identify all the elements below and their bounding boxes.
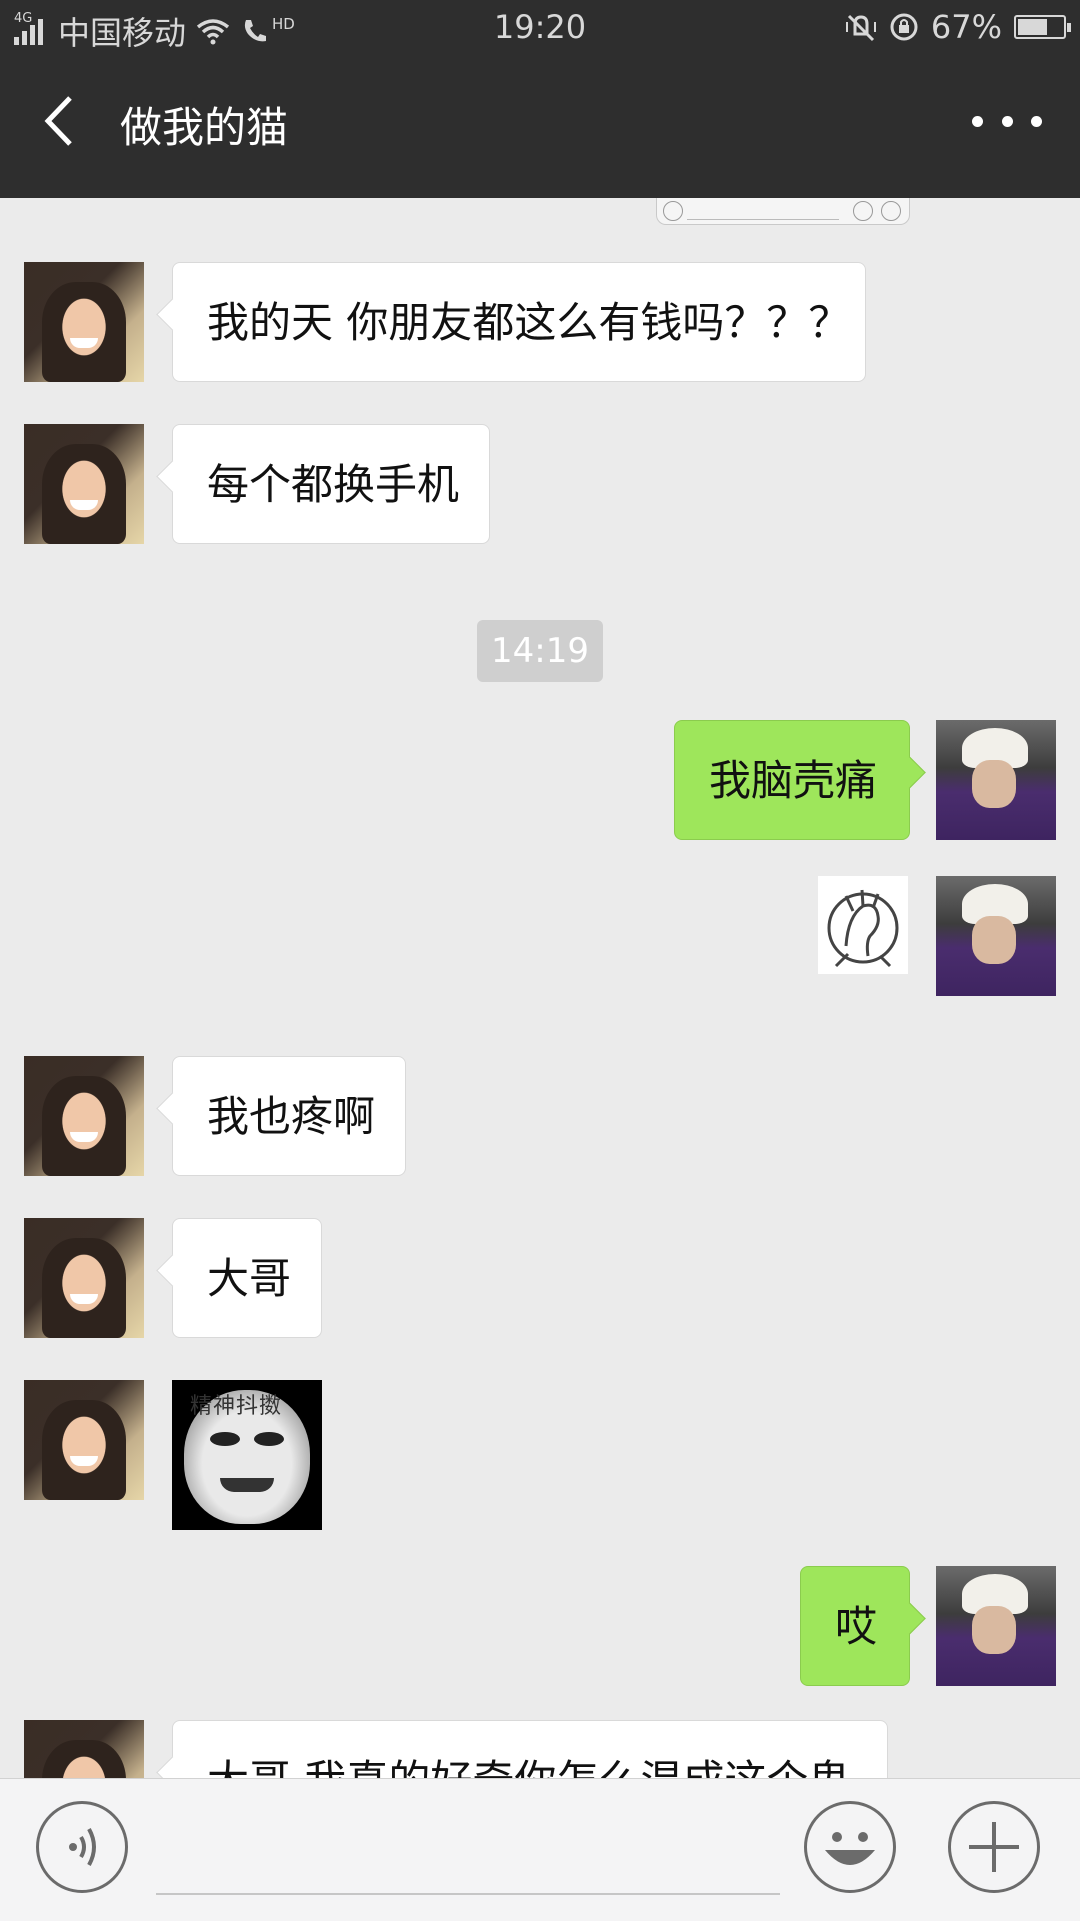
contact-avatar[interactable] [24, 1218, 144, 1338]
contact-avatar[interactable] [24, 1056, 144, 1176]
voice-icon [69, 1828, 96, 1866]
chat-header: 做我的猫 [0, 56, 1080, 198]
meme-face-sticker[interactable]: 精神抖擞 [172, 1380, 322, 1530]
mute-vibrate-icon [845, 14, 876, 42]
more-dots-icon [972, 115, 983, 127]
sticker-caption: 精神抖擞 [190, 1394, 283, 1419]
plus-icon [969, 1822, 1019, 1872]
voice-button[interactable] [36, 1801, 128, 1893]
status-bar: 4G 中国移动 HD 19:20 67% [0, 0, 1080, 56]
contact-avatar[interactable] [24, 262, 144, 382]
incoming-message-bubble[interactable]: 大哥 我真的好奇你怎么混成这个鬼 [172, 1720, 888, 1778]
contact-avatar[interactable] [24, 1380, 144, 1500]
message-text: 大哥 我真的好奇你怎么混成这个鬼 [207, 1756, 850, 1778]
battery-percent: 67% [930, 8, 1002, 46]
message-input[interactable] [156, 1893, 780, 1895]
my-avatar[interactable] [936, 1566, 1056, 1686]
message-text: 我脑壳痛 [709, 756, 878, 805]
message-list[interactable]: 我的天 你朋友都这么有钱吗？？？ 每个都换手机 14:19 我脑壳痛 我也疼啊 … [0, 198, 1080, 1778]
emoji-icon [825, 1832, 875, 1865]
more-functions-button[interactable] [948, 1801, 1040, 1893]
message-text: 我也疼啊 [207, 1092, 376, 1141]
back-button[interactable] [28, 86, 88, 156]
facepalm-sticker-art [827, 889, 899, 968]
contact-avatar[interactable] [24, 424, 144, 544]
facepalm-sticker[interactable] [818, 876, 908, 974]
outgoing-message-bubble[interactable]: 我脑壳痛 [674, 720, 910, 840]
message-text: 大哥 [207, 1254, 292, 1303]
timestamp-label: 14:19 [477, 620, 603, 682]
message-text: 我的天 你朋友都这么有钱吗？？？ [207, 298, 851, 347]
more-options-button[interactable] [972, 96, 1042, 146]
incoming-message-bubble[interactable]: 我也疼啊 [172, 1056, 406, 1176]
ghost-input-bar [656, 198, 910, 225]
chevron-left-icon [44, 96, 72, 146]
message-text: 哎 [835, 1602, 878, 1651]
rotation-lock-icon [890, 13, 918, 41]
incoming-message-bubble[interactable]: 大哥 [172, 1218, 322, 1338]
emoji-button[interactable] [804, 1801, 896, 1893]
incoming-message-bubble[interactable]: 我的天 你朋友都这么有钱吗？？？ [172, 262, 866, 382]
chat-title: 做我的猫 [120, 103, 289, 152]
contact-avatar[interactable] [24, 1720, 144, 1778]
outgoing-message-bubble[interactable]: 哎 [800, 1566, 910, 1686]
my-avatar[interactable] [936, 876, 1056, 996]
my-avatar[interactable] [936, 720, 1056, 840]
incoming-message-bubble[interactable]: 每个都换手机 [172, 424, 490, 544]
status-time: 19:20 [493, 8, 587, 46]
input-bar [0, 1778, 1080, 1921]
battery-icon [1014, 15, 1071, 39]
message-text: 每个都换手机 [207, 460, 460, 509]
